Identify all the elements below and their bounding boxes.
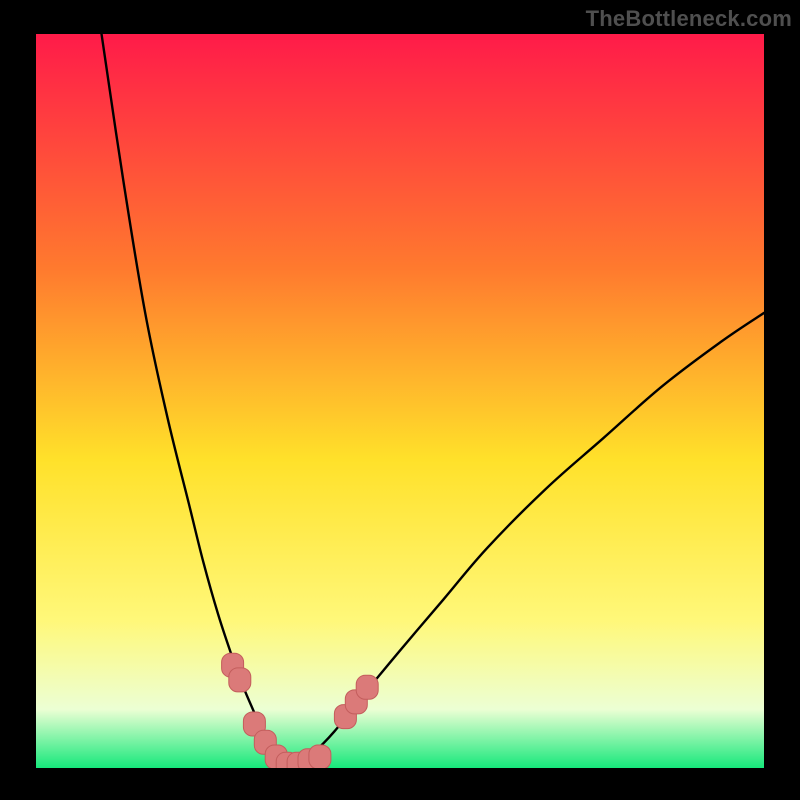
marker-point xyxy=(356,675,378,699)
outer-frame: TheBottleneck.com xyxy=(0,0,800,800)
marker-point xyxy=(309,745,331,768)
gradient-background xyxy=(36,34,764,768)
watermark-text: TheBottleneck.com xyxy=(586,6,792,32)
marker-point xyxy=(229,668,251,692)
chart-svg xyxy=(36,34,764,768)
plot-area xyxy=(36,34,764,768)
